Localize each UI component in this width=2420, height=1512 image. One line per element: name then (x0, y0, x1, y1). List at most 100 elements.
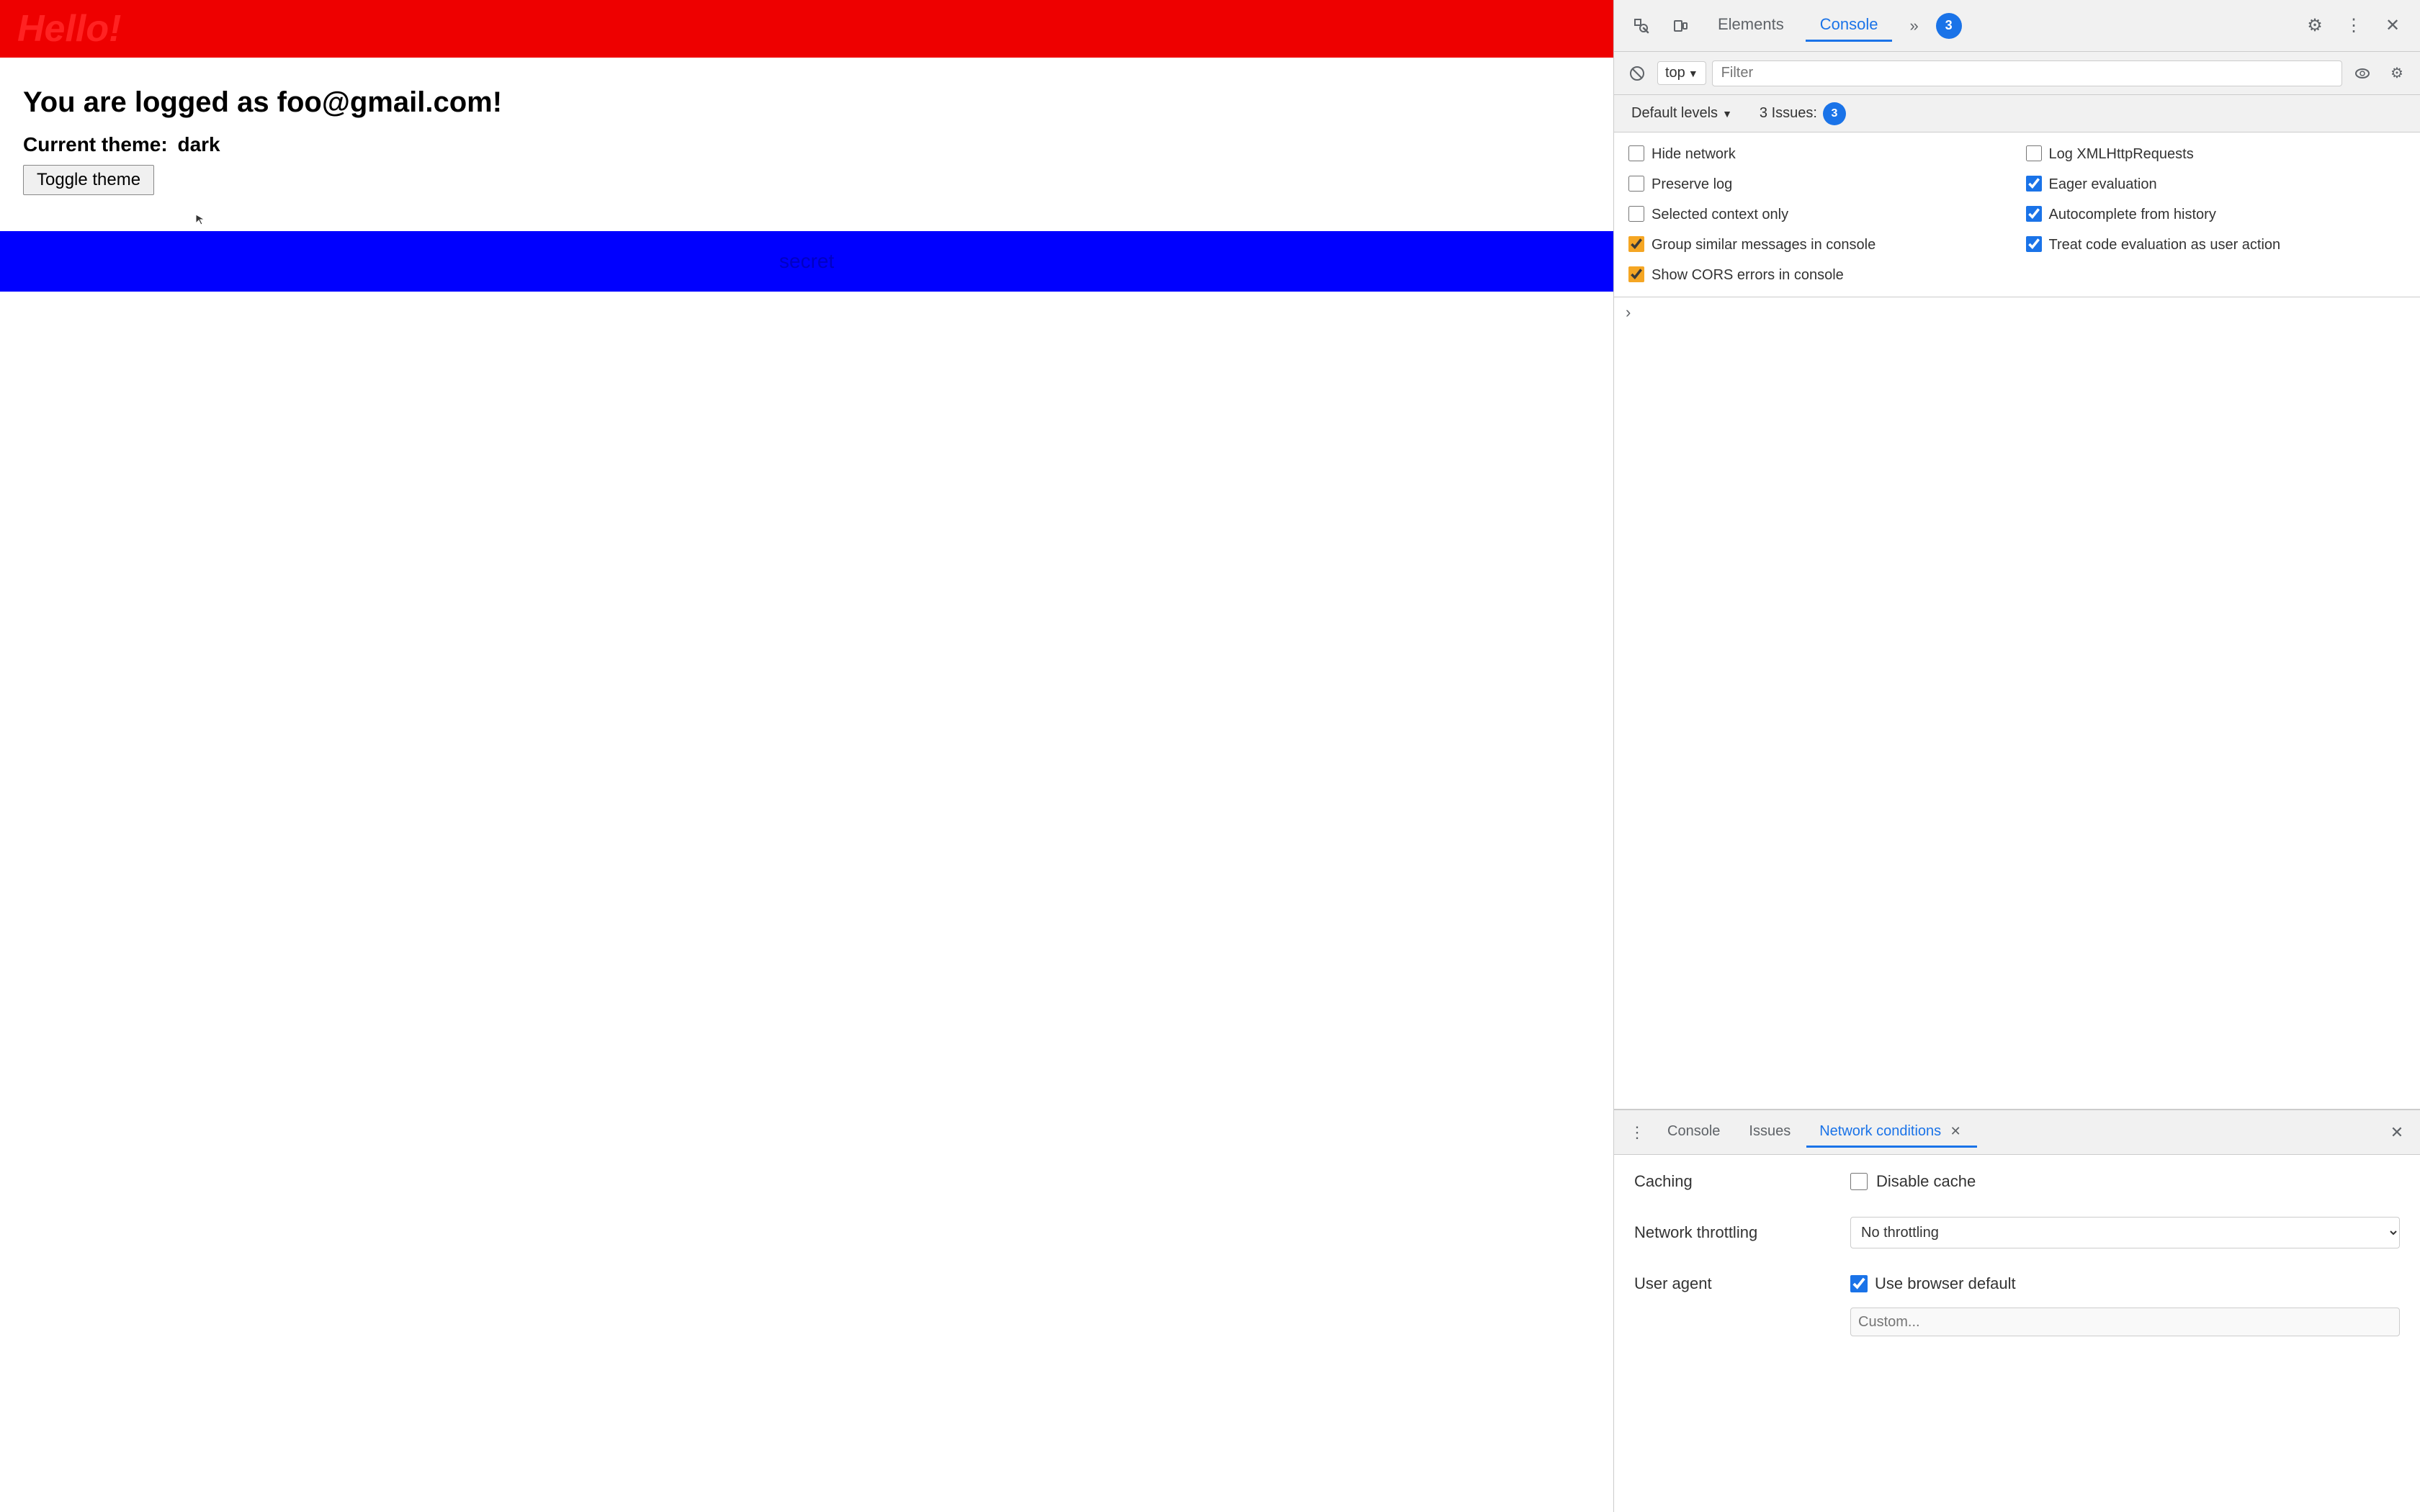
default-levels-button[interactable]: Default levels ▼ (1626, 102, 1738, 125)
close-icon: ✕ (2385, 15, 2400, 36)
drawer-tab-issues[interactable]: Issues (1736, 1117, 1803, 1148)
settings-icon: ⚙ (2390, 64, 2403, 82)
ua-checkbox-area: Use browser default (1850, 1274, 2400, 1293)
gear-icon: ⚙ (2307, 15, 2323, 36)
user-agent-row: User agent Use browser default (1634, 1274, 2400, 1336)
drawer-close-icon: ✕ (2390, 1123, 2403, 1142)
ua-custom-input[interactable] (1850, 1308, 2400, 1336)
console-expand-chevron[interactable]: › (1614, 297, 2420, 328)
blue-bar: secret (0, 231, 1613, 292)
hide-network-checkbox[interactable] (1628, 145, 1644, 161)
issues-count-badge[interactable]: 3 (1823, 102, 1846, 125)
network-conditions-content: Caching Disable cache Network throttling… (1614, 1155, 2420, 1512)
setting-show-cors: Show CORS errors in console (1628, 265, 2009, 285)
log-xhr-checkbox[interactable] (2026, 145, 2042, 161)
throttling-select[interactable]: No throttling Fast 3G Slow 3G Offline (1850, 1217, 2400, 1248)
eager-eval-checkbox[interactable] (2026, 176, 2042, 192)
bottom-drawer: ⋮ Console Issues Network conditions ✕ ✕ … (1614, 1109, 2420, 1512)
issues-count-label: 3 Issues: (1760, 105, 1817, 122)
throttling-label: Network throttling (1634, 1223, 1850, 1242)
setting-hide-network: Hide network (1628, 144, 2009, 164)
tab-console[interactable]: Console (1806, 9, 1893, 42)
devtools-device-icon[interactable] (1664, 10, 1696, 42)
treat-code-label: Treat code evaluation as user action (2049, 235, 2281, 255)
treat-code-checkbox[interactable] (2026, 236, 2042, 252)
tab-console-label: Console (1820, 15, 1878, 34)
console-clear-button[interactable] (1623, 59, 1652, 88)
drawer-tab-console[interactable]: Console (1654, 1117, 1733, 1148)
cursor (194, 213, 207, 226)
console-toolbar: top ▼ ⚙ (1614, 52, 2420, 95)
selected-context-checkbox[interactable] (1628, 206, 1644, 222)
drawer-close-button[interactable]: ✕ (2383, 1118, 2411, 1147)
tab-more-button[interactable]: » (1899, 11, 1928, 41)
ua-label: User agent (1634, 1274, 1850, 1293)
throttling-row: Network throttling No throttling Fast 3G… (1634, 1217, 2400, 1248)
devtools-inspect-icon[interactable] (1626, 10, 1657, 42)
show-cors-label: Show CORS errors in console (1652, 265, 1844, 285)
dots-icon: ⋮ (2345, 15, 2362, 36)
default-levels-bar: Default levels ▼ 3 Issues: 3 (1614, 95, 2420, 132)
issues-count-area: 3 Issues: 3 (1760, 102, 1846, 125)
show-cors-checkbox[interactable] (1628, 266, 1644, 282)
console-log-area[interactable]: › (1614, 297, 2420, 1109)
settings-left-column: Hide network Preserve log Selected conte… (1628, 144, 2009, 285)
eager-eval-label: Eager evaluation (2049, 174, 2157, 194)
console-eye-button[interactable] (2348, 59, 2377, 88)
setting-preserve-log: Preserve log (1628, 174, 2009, 194)
context-value: top (1665, 65, 1685, 81)
devtools-panel: Elements Console » 3 ⚙ ⋮ ✕ top ▼ (1613, 0, 2420, 1512)
caching-control: Disable cache (1850, 1172, 2400, 1191)
logged-as-text: You are logged as foo@gmail.com! (23, 86, 1590, 119)
setting-eager-eval: Eager evaluation (2026, 174, 2406, 194)
page-content: You are logged as foo@gmail.com! Current… (0, 58, 1613, 224)
tab-elements-label: Elements (1718, 15, 1784, 34)
throttling-control: No throttling Fast 3G Slow 3G Offline (1850, 1217, 2400, 1248)
default-levels-label: Default levels (1631, 105, 1718, 122)
drawer-more-button[interactable]: ⋮ (1623, 1118, 1652, 1147)
toggle-theme-button[interactable]: Toggle theme (23, 165, 154, 195)
drawer-network-conditions-label: Network conditions (1819, 1123, 1941, 1140)
blue-bar-text: secret (779, 250, 834, 273)
caching-row: Caching Disable cache (1634, 1172, 2400, 1191)
issues-badge[interactable]: 3 (1936, 13, 1962, 39)
devtools-settings-button[interactable]: ⚙ (2299, 10, 2331, 42)
autocomplete-checkbox[interactable] (2026, 206, 2042, 222)
use-browser-default-label: Use browser default (1875, 1274, 2016, 1293)
preserve-log-label: Preserve log (1652, 174, 1732, 194)
hide-network-label: Hide network (1652, 144, 1736, 164)
drawer-tab-bar: ⋮ Console Issues Network conditions ✕ ✕ (1614, 1110, 2420, 1155)
chevron-down-icon-levels: ▼ (1722, 108, 1732, 120)
selected-context-label: Selected context only (1652, 204, 1788, 225)
devtools-close-button[interactable]: ✕ (2377, 10, 2408, 42)
drawer-tab-network-conditions[interactable]: Network conditions ✕ (1806, 1117, 1977, 1148)
use-browser-default-checkbox[interactable] (1850, 1275, 1868, 1292)
autocomplete-label: Autocomplete from history (2049, 204, 2216, 225)
tab-elements[interactable]: Elements (1703, 9, 1798, 42)
console-filter-input[interactable] (1712, 60, 2342, 86)
setting-autocomplete: Autocomplete from history (2026, 204, 2406, 225)
chevron-right-icon: › (1626, 303, 1631, 322)
group-similar-checkbox[interactable] (1628, 236, 1644, 252)
drawer-console-label: Console (1667, 1123, 1720, 1140)
devtools-top-bar: Elements Console » 3 ⚙ ⋮ ✕ (1614, 0, 2420, 52)
disable-cache-checkbox[interactable] (1850, 1173, 1868, 1190)
devtools-more-button[interactable]: ⋮ (2338, 10, 2370, 42)
caching-label: Caching (1634, 1172, 1850, 1191)
ua-control: Use browser default (1850, 1274, 2400, 1336)
theme-label: Current theme: (23, 133, 168, 156)
drawer-issues-label: Issues (1749, 1123, 1791, 1140)
setting-group-similar: Group similar messages in console (1628, 235, 2009, 255)
context-select[interactable]: top ▼ (1657, 61, 1706, 85)
red-banner: Hello! (0, 0, 1613, 58)
group-similar-label: Group similar messages in console (1652, 235, 1876, 255)
drawer-tab-close-button[interactable]: ✕ (1947, 1122, 1964, 1140)
console-settings-panel: Hide network Preserve log Selected conte… (1614, 132, 2420, 297)
setting-treat-code: Treat code evaluation as user action (2026, 235, 2406, 255)
log-xhr-label: Log XMLHttpRequests (2049, 144, 2194, 164)
console-settings-button[interactable]: ⚙ (2383, 59, 2411, 88)
settings-right-column: Log XMLHttpRequests Eager evaluation Aut… (2026, 144, 2406, 285)
preserve-log-checkbox[interactable] (1628, 176, 1644, 192)
theme-value: dark (177, 133, 220, 156)
drawer-more-icon: ⋮ (1629, 1123, 1645, 1142)
